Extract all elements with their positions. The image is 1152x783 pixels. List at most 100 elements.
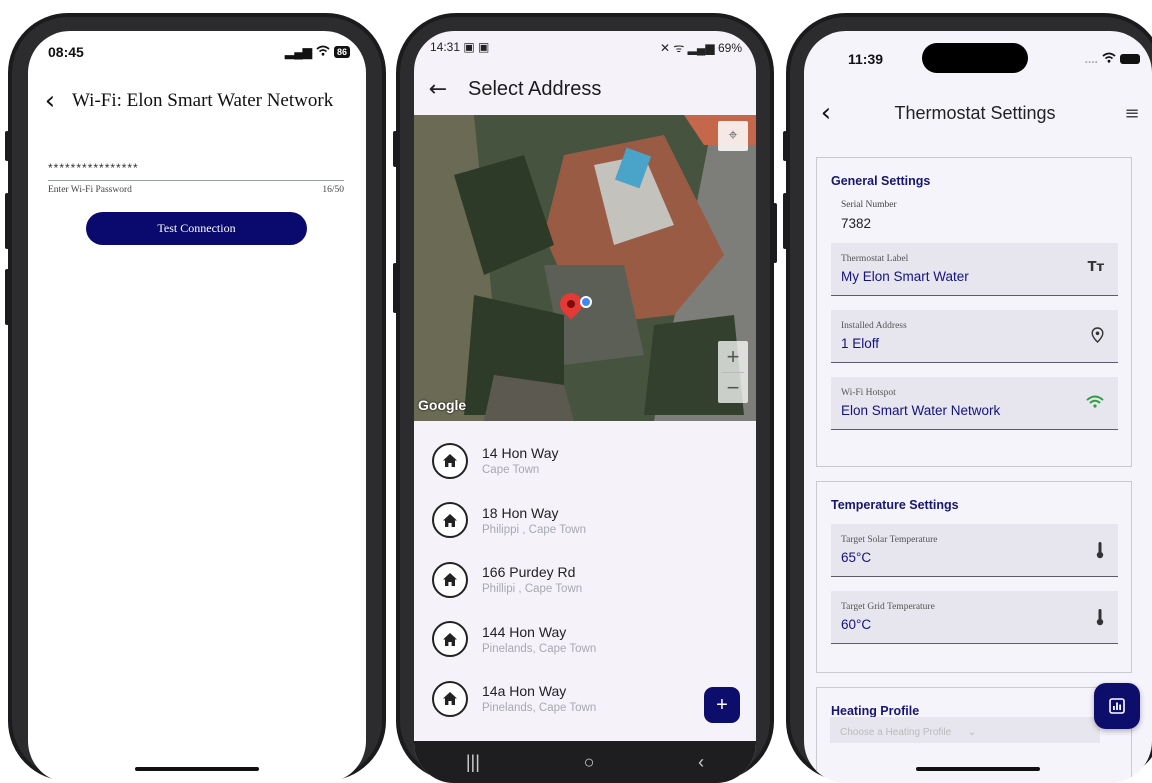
battery-percent: 69% xyxy=(717,40,742,55)
field-value: 60°C xyxy=(841,617,872,632)
page-title: Wi-Fi: Elon Smart Water Network xyxy=(72,90,334,111)
hamburger-menu-icon[interactable]: ≡ xyxy=(1112,103,1152,124)
address-city: Pinelands, Cape Town xyxy=(482,642,597,655)
bar-chart-icon xyxy=(1109,698,1125,714)
heating-profile-placeholder: Choose a Heating Profile xyxy=(840,727,952,738)
chevron-down-icon: ⌄ xyxy=(967,727,977,738)
battery-icon xyxy=(1120,54,1140,64)
current-location-dot xyxy=(580,296,592,308)
back-arrow-icon[interactable]: ← xyxy=(414,77,462,102)
section-title: Temperature Settings xyxy=(831,498,959,512)
home-indicator[interactable] xyxy=(135,767,259,771)
status-left: 14:31 ▣ ▣ xyxy=(430,40,489,54)
status-right: ✕ ᯤ ▂▄▆ 69% xyxy=(660,39,742,56)
page-title: Thermostat Settings xyxy=(894,102,1056,123)
battery-icon: 86 xyxy=(333,46,350,58)
temperature-settings-card: Temperature Settings Target Solar Temper… xyxy=(816,481,1132,673)
serial-number-value: 7382 xyxy=(841,216,872,231)
map-view[interactable]: ⌖ + − Google xyxy=(414,115,756,421)
signal-icon: ▂▄▆ xyxy=(285,45,312,59)
side-button xyxy=(783,193,787,249)
field-label: Target Solar Temperature xyxy=(841,535,938,545)
address-item[interactable]: 144 Hon Way Pinelands, Cape Town xyxy=(414,610,756,670)
address-text: 18 Hon Way Philippi , Cape Town xyxy=(482,505,586,536)
side-button xyxy=(393,131,397,167)
status-bar: 08:45 ▂▄▆ 86 xyxy=(48,41,350,63)
text-size-icon: Tт xyxy=(1087,260,1104,275)
field-value: My Elon Smart Water xyxy=(841,269,969,284)
thermostat-label-field[interactable]: Thermostat Label My Elon Smart Water Tт xyxy=(831,243,1118,296)
side-button xyxy=(773,203,777,263)
phone-thermostat-settings: 11:39 .... ‹ Thermostat Settings ≡ Gener… xyxy=(783,13,1152,783)
add-address-button[interactable]: + xyxy=(704,687,740,723)
address-street: 166 Purdey Rd xyxy=(482,564,576,581)
address-text: 14 Hon Way Cape Town xyxy=(482,445,559,476)
back-chevron-icon[interactable]: ‹ xyxy=(28,86,72,116)
status-time: 08:45 xyxy=(48,44,84,60)
section-title: General Settings xyxy=(831,174,931,188)
field-label: Installed Address xyxy=(841,321,907,331)
address-text: 144 Hon Way Pinelands, Cape Town xyxy=(482,624,596,655)
satellite-imagery xyxy=(414,115,756,421)
zoom-controls: + − xyxy=(718,341,748,403)
zoom-out-button[interactable]: − xyxy=(718,372,748,403)
wifi-hotspot-field[interactable]: Wi-Fi Hotspot Elon Smart Water Network xyxy=(831,377,1118,430)
statistics-button[interactable] xyxy=(1094,683,1140,729)
wifi-icon xyxy=(316,45,330,59)
address-text: 14a Hon Way Pinelands, Cape Town xyxy=(482,683,596,714)
wifi-password-field[interactable]: **************** xyxy=(48,151,344,181)
recents-icon[interactable]: ||| xyxy=(466,752,480,773)
field-label: Thermostat Label xyxy=(841,254,909,264)
side-button xyxy=(5,131,9,161)
address-text: 166 Purdey Rd Phillipi , Cape Town xyxy=(482,564,582,595)
test-connection-button[interactable]: Test Connection xyxy=(86,212,307,245)
status-bar: 11:39 .... xyxy=(848,49,1140,69)
address-street: 14a Hon Way xyxy=(482,683,567,700)
password-helper-text: Enter Wi-Fi Password xyxy=(48,185,132,195)
password-char-counter: 16/50 xyxy=(322,185,344,195)
status-time: 14:31 xyxy=(430,40,461,54)
thermometer-icon xyxy=(1096,608,1104,630)
heating-profile-select[interactable]: Choose a Heating Profile ⌄ xyxy=(830,717,1100,743)
screen: 11:39 .... ‹ Thermostat Settings ≡ Gener… xyxy=(804,31,1152,783)
address-city: Philippi , Cape Town xyxy=(482,523,586,536)
password-helper: Enter Wi-Fi Password 16/50 xyxy=(48,185,344,195)
address-street: 14 Hon Way xyxy=(482,445,559,462)
serial-number-label: Serial Number xyxy=(841,200,897,210)
address-city: Pinelands, Cape Town xyxy=(482,702,597,715)
general-settings-card: General Settings Serial Number 7382 Ther… xyxy=(816,157,1132,467)
field-value: 1 Eloff xyxy=(841,336,880,351)
installed-address-field[interactable]: Installed Address 1 Eloff xyxy=(831,310,1118,363)
map-attribution: Google xyxy=(418,397,467,413)
status-icons: ▂▄▆ 86 xyxy=(285,45,350,59)
home-indicator[interactable] xyxy=(916,767,1040,771)
location-pin-icon xyxy=(1091,327,1104,347)
zoom-divider xyxy=(722,372,744,373)
address-street: 18 Hon Way xyxy=(482,504,559,521)
status-icons: .... xyxy=(1085,52,1140,66)
home-icon xyxy=(432,561,468,598)
status-icons: ✕ ᯤ ▂▄▆ xyxy=(659,40,718,55)
home-nav-icon[interactable]: ○ xyxy=(584,752,595,773)
section-title: Heating Profile xyxy=(831,704,920,718)
side-button xyxy=(5,269,9,325)
address-city: Phillipi , Cape Town xyxy=(482,583,583,596)
target-grid-temperature-field[interactable]: Target Grid Temperature 60°C xyxy=(831,591,1118,644)
field-label: Wi-Fi Hotspot xyxy=(841,388,896,398)
crosshair-icon: ⌖ xyxy=(728,127,738,144)
home-icon xyxy=(432,442,468,479)
address-item[interactable]: 18 Hon Way Philippi , Cape Town xyxy=(414,491,756,551)
signal-icon: .... xyxy=(1084,52,1098,66)
header: ← Select Address xyxy=(414,65,756,113)
address-item[interactable]: 166 Purdey Rd Phillipi , Cape Town xyxy=(414,550,756,610)
header: ‹ Thermostat Settings ≡ xyxy=(804,93,1152,133)
back-nav-icon[interactable]: ‹ xyxy=(698,752,704,773)
my-location-button[interactable]: ⌖ xyxy=(718,121,748,151)
address-item[interactable]: 14 Hon Way Cape Town xyxy=(414,431,756,491)
zoom-in-button[interactable]: + xyxy=(718,341,748,372)
side-button xyxy=(783,131,787,161)
phone-select-address: 14:31 ▣ ▣ ✕ ᯤ ▂▄▆ 69% ← Select Address ⌖… xyxy=(393,13,777,783)
address-street: 144 Hon Way xyxy=(482,623,567,640)
wifi-icon xyxy=(1102,52,1116,66)
target-solar-temperature-field[interactable]: Target Solar Temperature 65°C xyxy=(831,524,1118,577)
